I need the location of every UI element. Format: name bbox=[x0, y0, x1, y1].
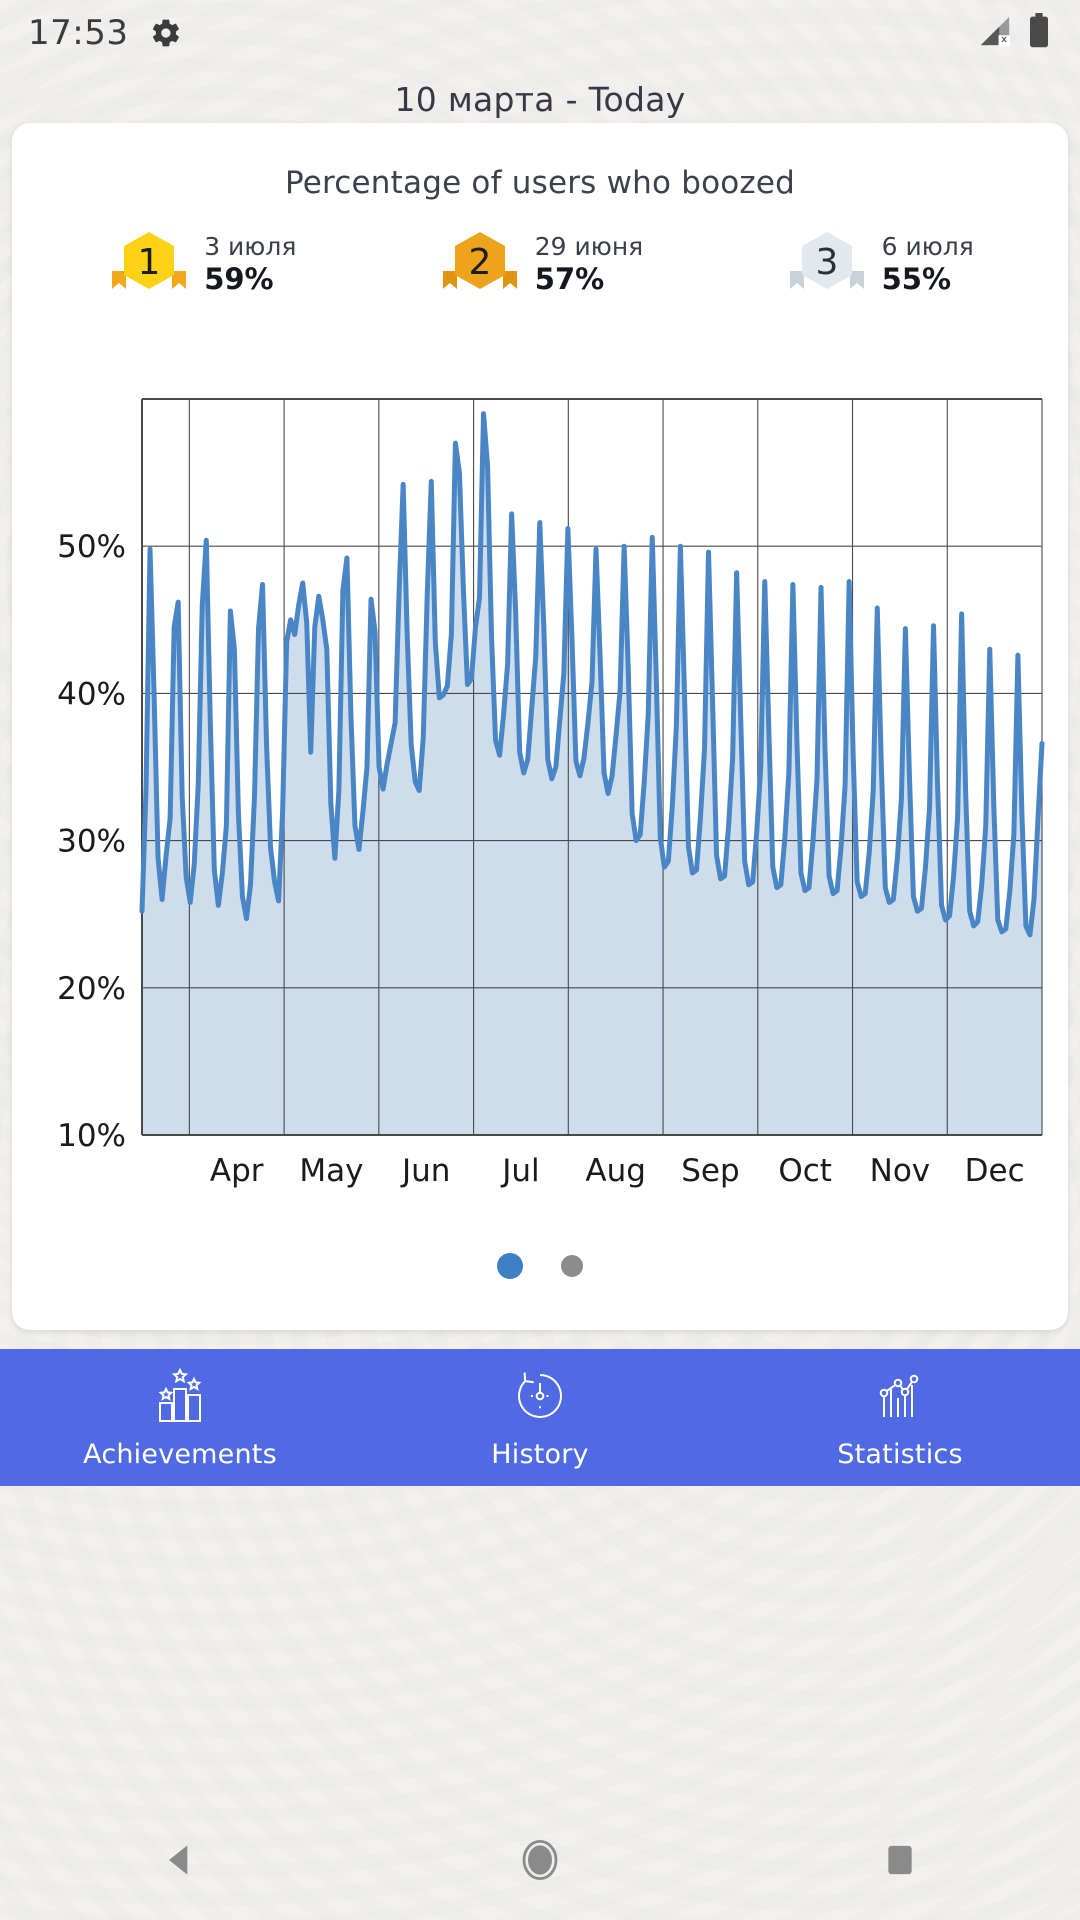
nav-label-achievements: Achievements bbox=[83, 1439, 277, 1470]
home-circle-icon[interactable] bbox=[480, 1800, 600, 1920]
medal-bronze-icon: 3 bbox=[784, 227, 870, 301]
bottom-navigation: Achievements History Statistics bbox=[0, 1349, 1080, 1486]
svg-text:50%: 50% bbox=[57, 529, 126, 565]
svg-text:Nov: Nov bbox=[870, 1153, 931, 1189]
top-days-podium: 1 3 июля 59% 2 29 июня 57% 3 6 июля 55% bbox=[12, 201, 1068, 307]
podium-item-3-percent: 55% bbox=[881, 261, 952, 296]
achievements-bars-stars-icon bbox=[149, 1365, 211, 1431]
signal-no-sim-icon bbox=[978, 14, 1012, 52]
svg-text:Apr: Apr bbox=[210, 1153, 264, 1189]
podium-item-1-texts: 3 июля 59% bbox=[204, 231, 296, 297]
android-navigation-bar bbox=[0, 1800, 1080, 1920]
podium-item-3-date: 6 июля bbox=[881, 232, 974, 262]
status-bar-icons bbox=[978, 13, 1052, 53]
status-bar: 17:53 bbox=[0, 0, 1080, 66]
pagination-dot-2[interactable] bbox=[561, 1255, 583, 1277]
statistics-line-bar-icon bbox=[869, 1365, 931, 1431]
svg-text:1: 1 bbox=[138, 242, 161, 283]
podium-item-1-date: 3 июля bbox=[204, 232, 297, 262]
svg-text:40%: 40% bbox=[57, 676, 126, 712]
svg-text:Dec: Dec bbox=[965, 1153, 1025, 1189]
svg-text:Oct: Oct bbox=[778, 1153, 832, 1189]
podium-item-2-percent: 57% bbox=[534, 261, 605, 296]
podium-item-2-date: 29 июня bbox=[534, 232, 644, 262]
svg-text:Jun: Jun bbox=[400, 1153, 450, 1189]
chart-title: Percentage of users who boozed bbox=[284, 165, 796, 201]
medal-gold-icon: 1 bbox=[106, 227, 192, 301]
nav-label-statistics: Statistics bbox=[837, 1439, 963, 1470]
svg-text:Jul: Jul bbox=[500, 1153, 539, 1189]
status-bar-time: 17:53 bbox=[28, 13, 129, 53]
nav-label-history: History bbox=[491, 1439, 589, 1470]
statistics-card: Percentage of users who boozed 1 3 июля … bbox=[12, 123, 1068, 1330]
recents-square-icon[interactable] bbox=[840, 1800, 960, 1920]
podium-item-3[interactable]: 3 6 июля 55% bbox=[784, 227, 974, 301]
battery-full-icon bbox=[1026, 13, 1052, 53]
svg-text:10%: 10% bbox=[57, 1118, 126, 1154]
nav-item-history[interactable]: History bbox=[360, 1349, 720, 1486]
back-triangle-icon[interactable] bbox=[120, 1800, 240, 1920]
podium-item-2[interactable]: 2 29 июня 57% bbox=[437, 227, 643, 301]
medal-silver-orange-icon: 2 bbox=[437, 227, 523, 301]
svg-text:May: May bbox=[299, 1153, 363, 1189]
svg-text:2: 2 bbox=[468, 242, 491, 283]
podium-item-2-texts: 29 июня 57% bbox=[535, 231, 643, 297]
pagination-dot-1[interactable] bbox=[497, 1253, 523, 1279]
svg-text:30%: 30% bbox=[57, 824, 126, 860]
podium-item-1-percent: 59% bbox=[204, 261, 274, 296]
percentage-area-chart[interactable]: 10% 20% 30% 40% 50% Apr May Jun Jul Aug Sep Oct Nov D… bbox=[12, 395, 1068, 1225]
history-clock-rewind-icon bbox=[509, 1365, 571, 1431]
svg-text:20%: 20% bbox=[57, 971, 126, 1007]
gear-icon bbox=[150, 17, 182, 49]
podium-item-3-texts: 6 июля 55% bbox=[882, 231, 974, 297]
carousel-pagination[interactable] bbox=[12, 1253, 1068, 1279]
chart-area[interactable]: 10% 20% 30% 40% 50% Apr May Jun Jul Aug Sep Oct Nov D… bbox=[12, 395, 1068, 1225]
svg-text:Aug: Aug bbox=[585, 1153, 646, 1189]
podium-item-1[interactable]: 1 3 июля 59% bbox=[106, 227, 296, 301]
nav-item-achievements[interactable]: Achievements bbox=[0, 1349, 360, 1486]
svg-text:Sep: Sep bbox=[681, 1153, 739, 1189]
nav-item-statistics[interactable]: Statistics bbox=[720, 1349, 1080, 1486]
svg-text:3: 3 bbox=[815, 242, 838, 283]
